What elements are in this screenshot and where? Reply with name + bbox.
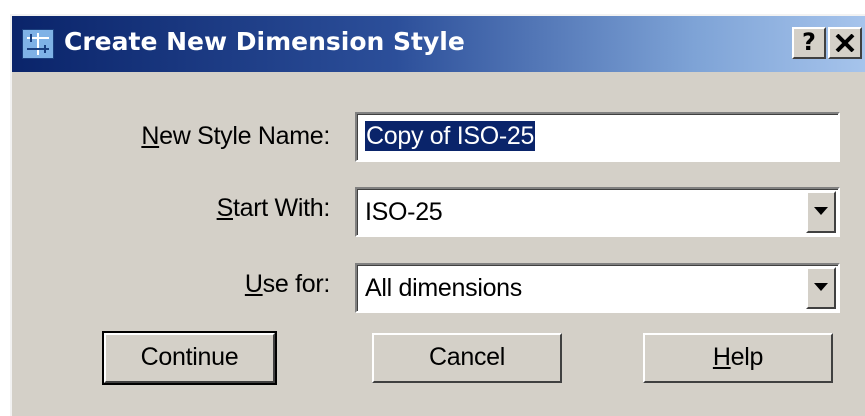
start-with-dropdown-button[interactable] — [806, 191, 836, 233]
help-accelerator: H — [712, 343, 731, 371]
label-accelerator: S — [216, 194, 234, 222]
dialog-title: Create New Dimension Style — [64, 27, 465, 56]
create-dimension-style-dialog: Create New Dimension Style ? New Style N… — [10, 14, 865, 416]
help-text: elp — [730, 343, 764, 371]
use-for-dropdown[interactable]: All dimensions — [355, 263, 840, 313]
use-for-value: All dimensions — [365, 274, 522, 302]
use-for-dropdown-button[interactable] — [806, 267, 836, 309]
label-text: tart With: — [232, 194, 330, 222]
title-bar[interactable]: Create New Dimension Style ? — [12, 16, 865, 72]
use-for-label: Use for: — [245, 270, 330, 299]
help-button[interactable]: Help — [643, 333, 833, 383]
label-text: ew Style Name: — [159, 122, 330, 150]
close-icon — [835, 34, 855, 52]
dropdown-arrow-icon — [814, 283, 828, 291]
label-text: se for: — [262, 270, 331, 298]
dropdown-arrow-icon — [814, 207, 828, 215]
new-style-name-input[interactable]: Copy of ISO-25 — [355, 112, 840, 162]
new-style-name-label: New Style Name: — [141, 122, 330, 151]
dimension-style-icon — [22, 29, 54, 59]
help-titlebar-button[interactable]: ? — [792, 27, 826, 59]
cancel-button[interactable]: Cancel — [372, 333, 562, 383]
label-accelerator: N — [141, 122, 160, 150]
start-with-label: Start With: — [216, 194, 331, 223]
label-accelerator: U — [244, 270, 263, 298]
start-with-value: ISO-25 — [365, 198, 443, 226]
close-button[interactable] — [828, 27, 862, 59]
new-style-name-value: Copy of ISO-25 — [365, 121, 536, 151]
continue-button[interactable]: Continue — [102, 331, 277, 385]
start-with-dropdown[interactable]: ISO-25 — [355, 187, 840, 237]
